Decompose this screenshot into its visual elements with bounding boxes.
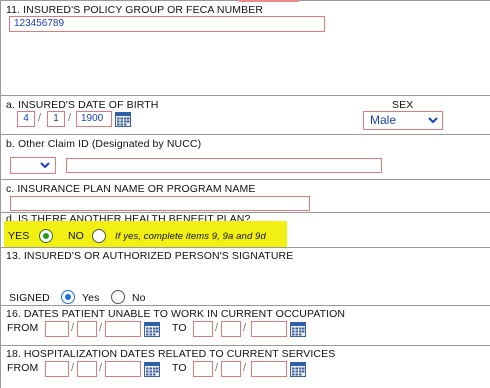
sex-select[interactable]: Male [363, 111, 443, 130]
unable-to-year-input[interactable] [251, 321, 287, 337]
hosp-to-year-input[interactable] [251, 361, 287, 377]
section-13-label: 13. INSURED'S OR AUTHORIZED PERSON'S SIG… [6, 250, 294, 262]
other-claim-id-input[interactable] [66, 158, 382, 173]
section-18-label: 18. HOSPITALIZATION DATES RELATED TO CUR… [6, 348, 336, 360]
date-separator: / [99, 362, 103, 374]
signed-yes-label: Yes [82, 292, 100, 304]
from-label: FROM [7, 322, 39, 334]
chevron-down-icon [40, 162, 50, 169]
another-plan-yes-label: YES [8, 230, 30, 242]
date-separator: / [71, 322, 75, 334]
plan-name-input[interactable] [10, 196, 310, 211]
another-plan-note: If yes, complete items 9, 9a and 9d [115, 231, 266, 242]
section-11-label: 11. INSURED'S POLICY GROUP OR FECA NUMBE… [6, 4, 263, 16]
date-separator: / [38, 112, 42, 124]
policy-group-input[interactable]: 123456789 [9, 16, 325, 32]
section-11b-other-claim-id: b. Other Claim ID (Designated by NUCC) [1, 135, 490, 180]
calendar-icon[interactable] [290, 361, 306, 377]
to-label: TO [172, 362, 187, 374]
unable-to-month-input[interactable] [193, 321, 213, 337]
date-separator: / [215, 362, 219, 374]
section-11c-plan-name: c. INSURANCE PLAN NAME OR PROGRAM NAME [1, 180, 490, 213]
signed-yes-radio[interactable] [61, 290, 75, 304]
section-11a-label: a. INSURED'S DATE OF BIRTH [6, 99, 159, 111]
hosp-from-year-input[interactable] [105, 361, 141, 377]
unable-to-day-input[interactable] [221, 321, 241, 337]
signed-no-label: No [132, 292, 146, 304]
calendar-icon[interactable] [144, 321, 160, 337]
hosp-from-day-input[interactable] [77, 361, 97, 377]
unable-from-year-input[interactable] [105, 321, 141, 337]
section-16-unable-to-work: 16. DATES PATIENT UNABLE TO WORK IN CURR… [1, 306, 490, 346]
date-separator: / [243, 362, 247, 374]
date-separator: / [68, 112, 72, 124]
section-11a-date-of-birth: a. INSURED'S DATE OF BIRTH 4 / 1 / 1900 … [1, 96, 490, 135]
section-11b-label: b. Other Claim ID (Designated by NUCC) [6, 138, 202, 150]
to-label: TO [172, 322, 187, 334]
hosp-from-month-input[interactable] [45, 361, 69, 377]
from-label: FROM [7, 362, 39, 374]
section-11-policy-group: 11. INSURED'S POLICY GROUP OR FECA NUMBE… [1, 0, 490, 96]
calendar-icon[interactable] [144, 361, 160, 377]
section-18-hospitalization: 18. HOSPITALIZATION DATES RELATED TO CUR… [1, 346, 490, 388]
claim-id-qualifier-select[interactable] [10, 157, 56, 174]
date-separator: / [215, 322, 219, 334]
date-separator: / [71, 362, 75, 374]
date-separator: / [99, 322, 103, 334]
calendar-icon[interactable] [115, 111, 131, 127]
dob-month-input[interactable]: 4 [17, 111, 35, 127]
sex-select-value: Male [370, 113, 397, 127]
signed-no-radio[interactable] [111, 290, 125, 304]
calendar-icon[interactable] [290, 321, 306, 337]
sex-label: SEX [392, 99, 414, 111]
another-plan-yes-radio[interactable] [39, 229, 53, 243]
unable-from-day-input[interactable] [77, 321, 97, 337]
another-plan-no-label: NO [68, 230, 84, 242]
section-16-label: 16. DATES PATIENT UNABLE TO WORK IN CURR… [6, 308, 346, 320]
section-13-signature: 13. INSURED'S OR AUTHORIZED PERSON'S SIG… [1, 247, 490, 306]
dob-day-input[interactable]: 1 [47, 111, 65, 127]
date-separator: / [243, 322, 247, 334]
hosp-to-day-input[interactable] [221, 361, 241, 377]
insurance-claim-form: 11. INSURED'S POLICY GROUP OR FECA NUMBE… [0, 0, 490, 388]
unable-from-month-input[interactable] [45, 321, 69, 337]
chevron-down-icon [428, 117, 438, 124]
section-11c-label: c. INSURANCE PLAN NAME OR PROGRAM NAME [6, 183, 256, 195]
signed-label: SIGNED [9, 292, 50, 304]
hosp-to-month-input[interactable] [193, 361, 213, 377]
another-plan-no-radio[interactable] [92, 229, 106, 243]
dob-year-input[interactable]: 1900 [76, 111, 112, 127]
